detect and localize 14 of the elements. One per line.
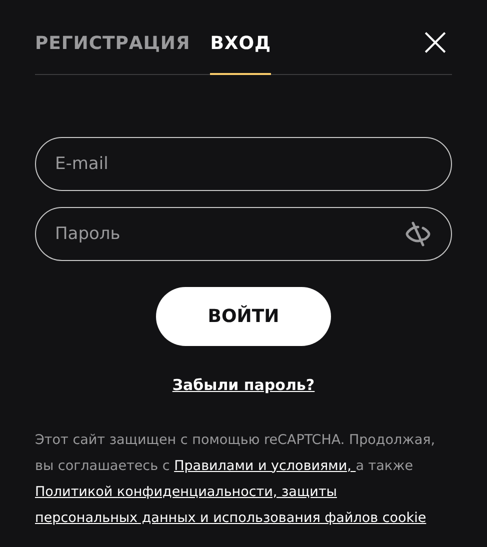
login-button[interactable]: ВОЙТИ xyxy=(156,287,331,346)
legal-text: Этот сайт защищен с помощью reCAPTCHA. Продолжая, xyxy=(35,432,436,448)
close-button[interactable]: × xyxy=(418,28,452,56)
hidden-eye-icon[interactable] xyxy=(404,220,432,248)
forgot-password-link[interactable]: Забыли пароль? xyxy=(172,374,315,396)
policy-link[interactable]: персональных данных и использования файлов cookie xyxy=(35,510,426,526)
policy-link[interactable]: Правилами и условиями, xyxy=(174,458,356,474)
tab[interactable]: ВХОД xyxy=(210,30,271,75)
email-field[interactable]: E-mail xyxy=(35,137,452,191)
legal-text: вы соглашаетесь с xyxy=(35,458,171,474)
password-field[interactable]: Пароль xyxy=(35,207,452,261)
policy-link[interactable]: Политикой конфиденциальности, защиты xyxy=(35,484,337,500)
tab[interactable]: РЕГИСТРАЦИЯ xyxy=(35,30,190,75)
legal-text: а также xyxy=(356,458,414,474)
